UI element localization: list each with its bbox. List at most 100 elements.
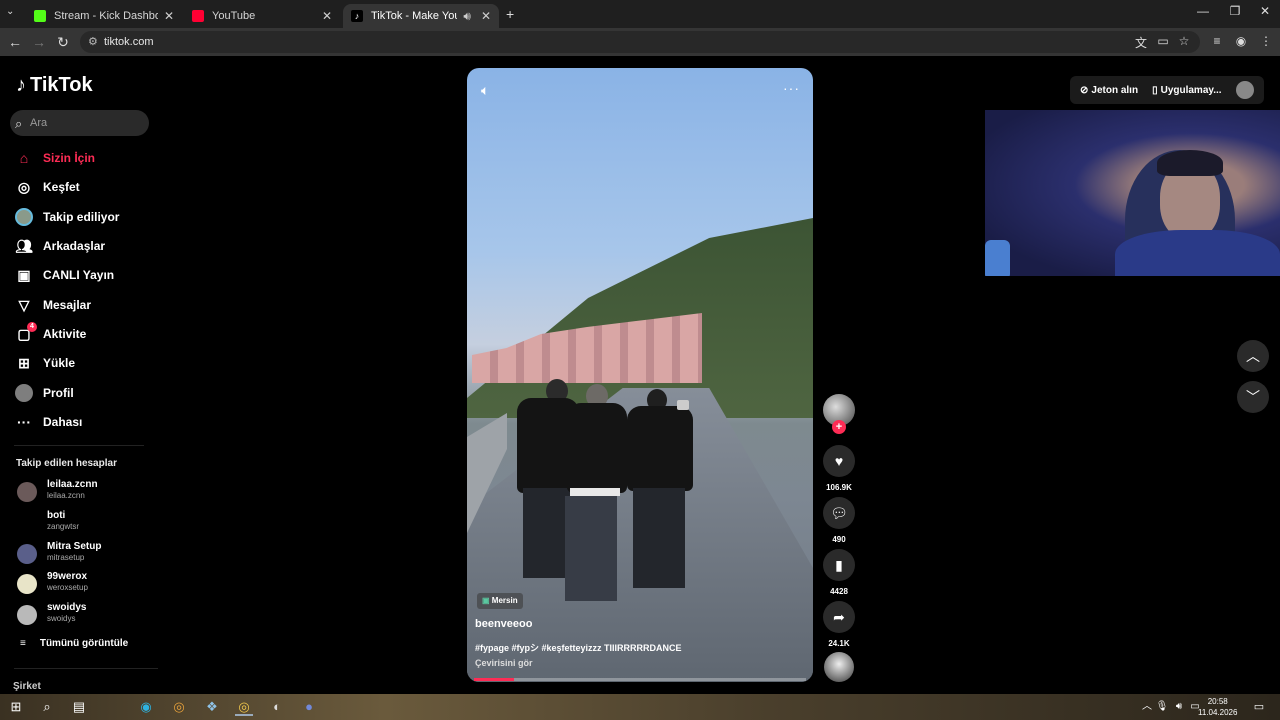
- close-icon[interactable]: ✕: [164, 9, 174, 23]
- window-close-button[interactable]: ✕: [1250, 4, 1280, 18]
- nav-profile[interactable]: Profil: [14, 382, 154, 404]
- tab-tiktok[interactable]: ♪ TikTok - Make Your Day 🔊︎ ✕: [343, 4, 499, 28]
- person: [567, 403, 627, 493]
- follow-plus-button[interactable]: +: [832, 420, 846, 434]
- reading-list-icon[interactable]: ≡: [1209, 34, 1225, 50]
- like-button[interactable]: ♥ 106.9K: [823, 445, 855, 492]
- tab-search-icon[interactable]: ⌄: [6, 6, 14, 17]
- account-item[interactable]: swoidys swoidys: [17, 601, 157, 631]
- app-icon[interactable]: ❖: [203, 698, 221, 716]
- nav-upload[interactable]: ⊞ Yükle: [14, 352, 154, 374]
- back-button[interactable]: ←: [7, 34, 23, 50]
- get-coins-button[interactable]: Jeton alın: [1091, 85, 1138, 96]
- nav-label: CANLI Yayın: [43, 268, 115, 282]
- cast-icon[interactable]: ▭: [1155, 34, 1171, 50]
- company-link[interactable]: Şirket: [13, 681, 41, 692]
- chrome-icon[interactable]: ◎: [170, 698, 188, 716]
- coin-icon: ⊘: [1080, 84, 1089, 96]
- tab-label: Stream - Kick Dashboard: [54, 10, 158, 22]
- save-button[interactable]: ▮ 4428: [823, 549, 855, 596]
- video-author[interactable]: beenveeoo: [475, 618, 532, 630]
- kick-favicon-icon: [34, 10, 46, 22]
- new-tab-button[interactable]: +: [506, 6, 514, 22]
- close-icon[interactable]: ✕: [322, 9, 332, 23]
- hair: [1157, 150, 1223, 176]
- location-text: Mersin: [491, 596, 518, 605]
- share-button[interactable]: ➦ 24.1K: [823, 601, 855, 648]
- location-pin-icon: ▣: [482, 596, 490, 605]
- windows-start-icon[interactable]: ⊞: [7, 698, 25, 716]
- notifications-icon[interactable]: ▭: [1250, 698, 1268, 716]
- tab-kick-dashboard[interactable]: Stream - Kick Dashboard ✕: [26, 4, 182, 28]
- search-input[interactable]: ⌕ Ara: [10, 110, 149, 136]
- edge-icon[interactable]: ◉: [137, 698, 155, 716]
- video-progress-bar[interactable]: [474, 678, 806, 681]
- nav-friends[interactable]: 👥︎ Arkadaşlar: [14, 235, 154, 257]
- nav-more[interactable]: ··· Dahası: [14, 411, 154, 433]
- nav-explore[interactable]: ◎ Keşfet: [14, 176, 154, 198]
- discord-icon[interactable]: ●: [300, 698, 318, 716]
- nav-live[interactable]: ▣ CANLI Yayın: [14, 264, 154, 286]
- account-handle: weroxsetup: [47, 583, 88, 592]
- see-translation-link[interactable]: Çevirisini gör: [475, 658, 533, 668]
- location-tag[interactable]: ▣ Mersin: [477, 593, 523, 609]
- search-icon[interactable]: ⌕: [38, 698, 56, 716]
- tiktok-logo[interactable]: ♪ TikTok: [16, 74, 93, 97]
- account-item[interactable]: boti zangwtsr: [17, 509, 157, 539]
- shirt-hem: [570, 488, 620, 496]
- comment-button[interactable]: 💬︎ 490: [823, 497, 855, 544]
- bookmark-star-icon[interactable]: ☆: [1176, 34, 1192, 50]
- mic-light: [985, 240, 1010, 276]
- speaker-icon[interactable]: 🔊︎: [463, 9, 471, 24]
- avatar: [17, 574, 37, 594]
- account-item[interactable]: 99werox weroxsetup: [17, 570, 157, 600]
- music-disc-avatar[interactable]: [824, 652, 854, 682]
- next-video-button[interactable]: ﹀: [1237, 381, 1269, 413]
- account-item[interactable]: leilaa.zcnn leilaa.zcnn: [17, 478, 157, 508]
- previous-video-button[interactable]: ︿: [1237, 340, 1269, 372]
- account-handle: mitrasetup: [47, 553, 85, 562]
- see-all-label: Tümünü görüntüle: [39, 638, 129, 649]
- logo-text: TikTok: [30, 74, 93, 96]
- nav-activity[interactable]: ▢ 4 Aktivite: [14, 322, 154, 345]
- close-icon[interactable]: ✕: [481, 9, 491, 23]
- get-app-button[interactable]: Uygulamay...: [1161, 85, 1222, 96]
- address-bar-row: ← → ↻ ⚙ tiktok.com: [0, 28, 1280, 56]
- minimize-button[interactable]: —: [1188, 4, 1218, 18]
- profile-icon[interactable]: ◉: [1233, 34, 1249, 50]
- obs-icon[interactable]: ◐: [268, 698, 286, 716]
- translate-icon[interactable]: 文: [1133, 34, 1149, 50]
- menu-icon[interactable]: ⋮: [1258, 34, 1274, 50]
- site-settings-icon[interactable]: ⚙: [88, 31, 98, 53]
- tab-youtube[interactable]: YouTube ✕: [184, 4, 340, 28]
- more-options-icon[interactable]: ···: [783, 80, 800, 96]
- chrome-active-icon[interactable]: ◎: [235, 698, 253, 716]
- reload-button[interactable]: ↻: [55, 34, 71, 50]
- hoodie: [1115, 230, 1280, 276]
- nav-for-you[interactable]: ⌂ Sizin İçin: [14, 147, 154, 169]
- account-item[interactable]: Mitra Setup mitrasetup: [17, 540, 157, 570]
- nav-following[interactable]: Takip ediliyor: [14, 206, 154, 228]
- forward-button[interactable]: →: [31, 34, 47, 50]
- task-view-icon[interactable]: ▤: [70, 698, 88, 716]
- account-handle: leilaa.zcnn: [47, 491, 85, 500]
- share-icon: ➦: [823, 601, 855, 633]
- avatar: [17, 513, 37, 533]
- url-field[interactable]: ⚙ tiktok.com: [80, 31, 1200, 53]
- tiktok-page: ♪ TikTok ⌕ Ara ⌂ Sizin İçin ◎ Keşfet Tak…: [0, 58, 1280, 694]
- microphone-icon[interactable]: 🎙︎: [1153, 698, 1171, 716]
- restore-button[interactable]: ❐: [1220, 4, 1250, 18]
- avatar: [17, 605, 37, 625]
- save-count: 4428: [830, 587, 848, 596]
- nav-messages[interactable]: ▽ Mesajlar: [14, 294, 154, 316]
- video-player[interactable]: 🔈︎ ··· ▣ Mersin beenveeoo #fypage #fypシ …: [467, 68, 813, 682]
- account-name: swoidys: [47, 602, 87, 613]
- friends-icon: 👥︎: [15, 237, 33, 254]
- tiktok-note-icon: ♪: [16, 74, 26, 96]
- activity-badge: 4: [27, 322, 37, 332]
- video-caption: #fypage #fypシ #keşfetteyizzz TIIIRRRRRDA…: [475, 643, 682, 653]
- see-all-link[interactable]: ≡ Tümünü görüntüle: [20, 638, 128, 649]
- system-clock[interactable]: 20:58 11.04.2026: [1198, 696, 1237, 718]
- user-avatar[interactable]: [1236, 81, 1254, 99]
- volume-icon[interactable]: 🔈︎: [481, 82, 489, 99]
